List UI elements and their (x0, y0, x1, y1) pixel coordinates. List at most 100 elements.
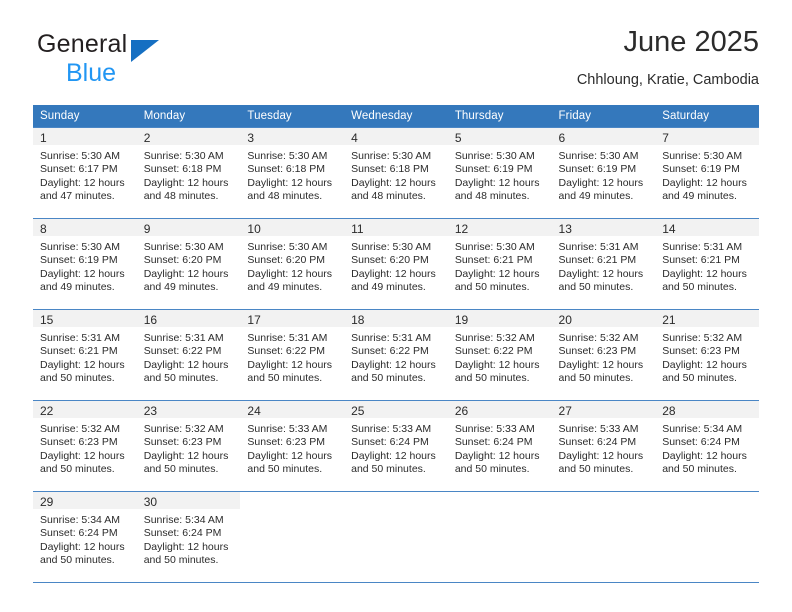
day-cell-1[interactable]: 1 Sunrise: 5:30 AM Sunset: 6:17 PM Daylight… (33, 128, 137, 218)
daylight-text-line1: Daylight: 12 hours (247, 267, 333, 280)
sunset-text: Sunset: 6:21 PM (558, 254, 637, 267)
sunrise-text: Sunrise: 5:30 AM (143, 241, 224, 253)
day-details: Sunrise: 5:32 AM Sunset: 6:23 PM Daylight:… (137, 418, 241, 477)
daylight-text-line1: Daylight: 12 hours (247, 358, 333, 371)
day-cell-16[interactable]: 16 Sunrise: 5:31 AM Sunset: 6:22 PM Dayligh… (136, 310, 241, 400)
sunrise-text: Sunrise: 5:30 AM (247, 241, 328, 253)
day-number: 21 (662, 313, 676, 327)
sunrise-text: Sunrise: 5:30 AM (351, 150, 432, 162)
sunset-text: Sunset: 6:24 PM (662, 436, 740, 449)
day-cell-25[interactable]: 25 Sunrise: 5:33 AM Sunset: 6:24 PM Dayligh… (344, 401, 448, 491)
day-cell-23[interactable]: 23 Sunrise: 5:32 AM Sunset: 6:23 PM Dayligh… (136, 401, 241, 491)
day-cell-28[interactable]: 28 Sunrise: 5:34 AM Sunset: 6:24 PM Dayligh… (655, 401, 759, 491)
day-number-strip: 26 (447, 401, 552, 418)
sunset-text: Sunset: 6:21 PM (40, 345, 118, 358)
sunrise-text: Sunrise: 5:31 AM (40, 332, 120, 344)
sunset-text: Sunset: 6:17 PM (40, 163, 118, 176)
day-cell-4[interactable]: 4 Sunrise: 5:30 AM Sunset: 6:18 PM Daylight… (344, 128, 448, 218)
day-cell-22[interactable]: 22 Sunrise: 5:32 AM Sunset: 6:23 PM Dayligh… (33, 401, 137, 491)
day-cell-21[interactable]: 21 Sunrise: 5:32 AM Sunset: 6:23 PM Dayligh… (655, 310, 759, 400)
calendar-day-cell: 8 Sunrise: 5:30 AM Sunset: 6:19 PM Daylight… (33, 218, 137, 310)
sunrise-text: Sunrise: 5:32 AM (40, 423, 120, 435)
daylight-text-line2: and 50 minutes. (40, 554, 115, 567)
sunset-text: Sunset: 6:18 PM (247, 163, 326, 176)
weekday-header-thursday: Thursday (447, 105, 552, 128)
calendar-day-cell-empty (447, 491, 552, 583)
day-details: Sunrise: 5:31 AM Sunset: 6:21 PM Daylight:… (33, 327, 137, 386)
daylight-text-line1: Daylight: 12 hours (454, 267, 540, 280)
daylight-text-line2: and 50 minutes. (454, 281, 530, 294)
day-cell-30[interactable]: 30 Sunrise: 5:34 AM Sunset: 6:24 PM Dayligh… (136, 492, 241, 582)
calendar-day-cell: 29 Sunrise: 5:34 AM Sunset: 6:24 PM Dayligh… (33, 491, 137, 583)
sunrise-text: Sunrise: 5:32 AM (143, 423, 224, 435)
day-details: Sunrise: 5:30 AM Sunset: 6:19 PM Daylight:… (552, 145, 656, 204)
day-number-strip: 9 (136, 219, 241, 236)
empty-day-placeholder (344, 492, 448, 582)
page-header: General Blue June 2025 Chhloung, Kratie,… (33, 26, 759, 98)
day-cell-5[interactable]: 5 Sunrise: 5:30 AM Sunset: 6:19 PM Daylight… (447, 128, 552, 218)
day-cell-3[interactable]: 3 Sunrise: 5:30 AM Sunset: 6:18 PM Daylight… (240, 128, 345, 218)
day-cell-20[interactable]: 20 Sunrise: 5:32 AM Sunset: 6:23 PM Dayligh… (551, 310, 656, 400)
day-number: 23 (143, 404, 158, 418)
day-number-strip: 29 (33, 492, 137, 509)
sunrise-text: Sunrise: 5:31 AM (247, 332, 328, 344)
sunset-text: Sunset: 6:23 PM (143, 436, 222, 449)
day-details: Sunrise: 5:34 AM Sunset: 6:24 PM Daylight:… (137, 509, 241, 568)
calendar-day-cell: 14 Sunrise: 5:31 AM Sunset: 6:21 PM Dayligh… (655, 218, 759, 310)
day-cell-2[interactable]: 2 Sunrise: 5:30 AM Sunset: 6:18 PM Daylight… (136, 128, 241, 218)
day-cell-26[interactable]: 26 Sunrise: 5:33 AM Sunset: 6:24 PM Dayligh… (447, 401, 552, 491)
sunset-text: Sunset: 6:22 PM (143, 345, 222, 358)
day-cell-13[interactable]: 13 Sunrise: 5:31 AM Sunset: 6:21 PM Dayligh… (551, 219, 656, 309)
calendar-page: General Blue June 2025 Chhloung, Kratie,… (0, 0, 792, 612)
daylight-text-line2: and 50 minutes. (40, 372, 115, 385)
daylight-text-line2: and 50 minutes. (351, 372, 426, 385)
sunrise-text: Sunrise: 5:32 AM (454, 332, 535, 344)
day-number-strip: 27 (551, 401, 656, 418)
day-cell-17[interactable]: 17 Sunrise: 5:31 AM Sunset: 6:22 PM Dayligh… (240, 310, 345, 400)
day-cell-10[interactable]: 10 Sunrise: 5:30 AM Sunset: 6:20 PM Dayligh… (240, 219, 345, 309)
daylight-text-line1: Daylight: 12 hours (351, 449, 436, 462)
day-details: Sunrise: 5:32 AM Sunset: 6:23 PM Daylight:… (655, 327, 759, 386)
sunrise-text: Sunrise: 5:34 AM (662, 423, 743, 435)
calendar-week-row: 22 Sunrise: 5:32 AM Sunset: 6:23 PM Dayligh… (33, 400, 759, 492)
page-subtitle-location: Chhloung, Kratie, Cambodia (576, 72, 759, 88)
daylight-text-line2: and 50 minutes. (454, 463, 530, 476)
daylight-text-line1: Daylight: 12 hours (558, 176, 644, 189)
day-details: Sunrise: 5:31 AM Sunset: 6:22 PM Daylight:… (240, 327, 344, 386)
day-cell-18[interactable]: 18 Sunrise: 5:31 AM Sunset: 6:22 PM Dayligh… (344, 310, 448, 400)
day-cell-9[interactable]: 9 Sunrise: 5:30 AM Sunset: 6:20 PM Daylight… (136, 219, 241, 309)
weekday-header-wednesday: Wednesday (344, 105, 448, 128)
sunrise-text: Sunrise: 5:30 AM (454, 241, 535, 253)
day-number: 9 (143, 222, 151, 236)
day-cell-11[interactable]: 11 Sunrise: 5:30 AM Sunset: 6:20 PM Dayligh… (344, 219, 448, 309)
daylight-text-line2: and 50 minutes. (247, 463, 323, 476)
day-cell-29[interactable]: 29 Sunrise: 5:34 AM Sunset: 6:24 PM Dayligh… (33, 492, 137, 582)
day-number-strip: 15 (33, 310, 137, 327)
day-cell-24[interactable]: 24 Sunrise: 5:33 AM Sunset: 6:23 PM Dayligh… (240, 401, 345, 491)
daylight-text-line1: Daylight: 12 hours (40, 540, 125, 553)
general-blue-logo[interactable]: General Blue (33, 26, 263, 88)
sunset-text: Sunset: 6:24 PM (454, 436, 533, 449)
calendar-week-row: 1 Sunrise: 5:30 AM Sunset: 6:17 PM Daylight… (33, 127, 759, 219)
day-cell-15[interactable]: 15 Sunrise: 5:31 AM Sunset: 6:21 PM Dayligh… (33, 310, 137, 400)
day-cell-7[interactable]: 7 Sunrise: 5:30 AM Sunset: 6:19 PM Daylight… (655, 128, 759, 218)
day-number-strip: 2 (136, 128, 241, 145)
sunset-text: Sunset: 6:22 PM (247, 345, 326, 358)
sunset-text: Sunset: 6:23 PM (247, 436, 326, 449)
daylight-text-line2: and 49 minutes. (351, 281, 426, 294)
sunset-text: Sunset: 6:23 PM (662, 345, 740, 358)
sunset-text: Sunset: 6:22 PM (351, 345, 429, 358)
day-number: 7 (662, 131, 669, 145)
day-number: 4 (351, 131, 358, 145)
day-number-strip: 16 (136, 310, 241, 327)
day-cell-19[interactable]: 19 Sunrise: 5:32 AM Sunset: 6:22 PM Dayligh… (447, 310, 552, 400)
day-cell-12[interactable]: 12 Sunrise: 5:30 AM Sunset: 6:21 PM Dayligh… (447, 219, 552, 309)
daylight-text-line1: Daylight: 12 hours (454, 449, 540, 462)
day-number: 24 (247, 404, 261, 418)
day-cell-14[interactable]: 14 Sunrise: 5:31 AM Sunset: 6:21 PM Dayligh… (655, 219, 759, 309)
day-number: 3 (247, 131, 255, 145)
day-cell-6[interactable]: 6 Sunrise: 5:30 AM Sunset: 6:19 PM Daylight… (551, 128, 656, 218)
day-cell-8[interactable]: 8 Sunrise: 5:30 AM Sunset: 6:19 PM Daylight… (33, 219, 137, 309)
daylight-text-line1: Daylight: 12 hours (558, 267, 644, 280)
day-cell-27[interactable]: 27 Sunrise: 5:33 AM Sunset: 6:24 PM Dayligh… (551, 401, 656, 491)
